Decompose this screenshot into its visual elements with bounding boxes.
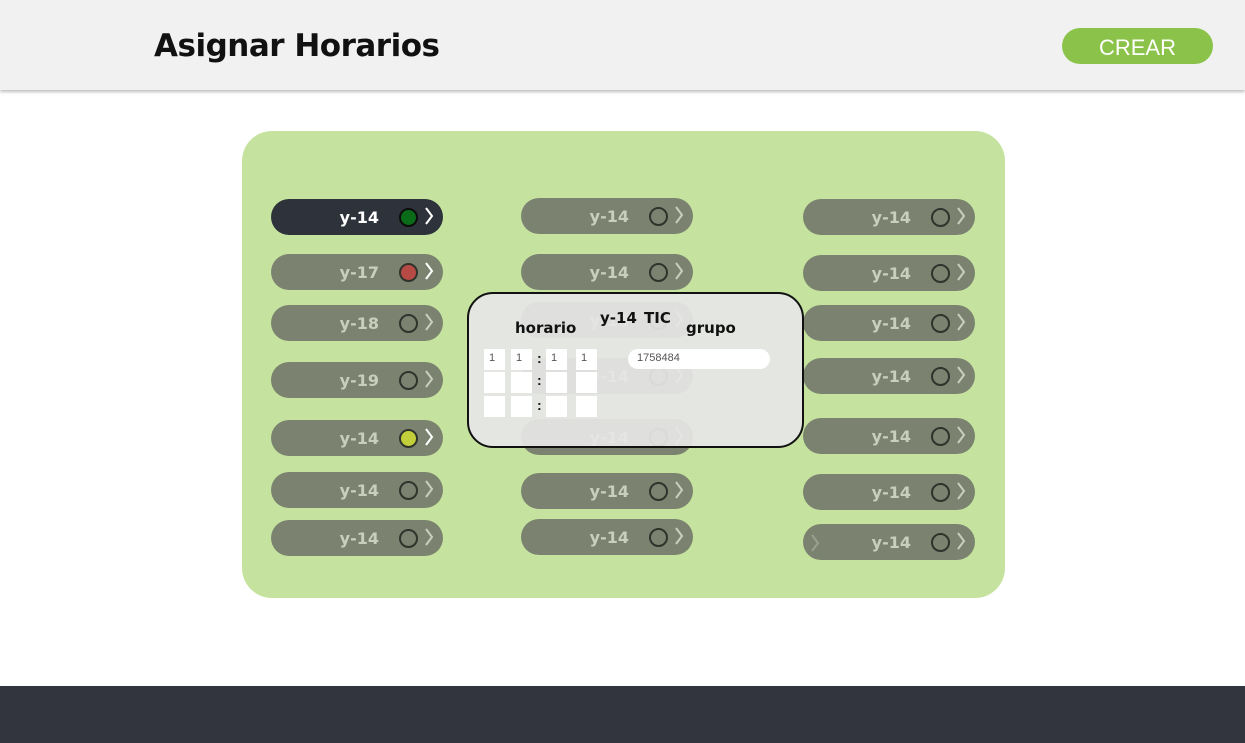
group-pill-label: y-17 bbox=[339, 263, 379, 282]
group-pill-label: y-14 bbox=[871, 314, 911, 333]
group-pill-label: y-14 bbox=[589, 263, 629, 282]
time-separator: : bbox=[537, 350, 542, 366]
minute-tens-input[interactable]: 1 bbox=[546, 349, 567, 370]
footer-bar bbox=[0, 686, 1245, 743]
hour-start-units-input[interactable] bbox=[511, 372, 532, 393]
header-bar: Asignar Horarios CREAR bbox=[0, 0, 1245, 90]
group-pill[interactable]: y-17 bbox=[271, 254, 443, 290]
group-pill-label: y-14 bbox=[339, 429, 379, 448]
popup-tic-label: TIC bbox=[644, 309, 671, 327]
status-dot-icon bbox=[931, 367, 950, 386]
group-pill-label: y-14 bbox=[339, 529, 379, 548]
group-pill-label: y-14 bbox=[871, 367, 911, 386]
status-dot-icon bbox=[399, 263, 418, 282]
group-pill[interactable]: y-14 bbox=[271, 199, 443, 235]
chevron-right-icon[interactable] bbox=[954, 530, 968, 552]
group-pill[interactable]: y-18 bbox=[271, 305, 443, 341]
group-pill-label: y-14 bbox=[871, 483, 911, 502]
group-pill-label: y-14 bbox=[339, 481, 379, 500]
minute-tens-input[interactable] bbox=[546, 396, 567, 417]
group-pill[interactable]: y-14 bbox=[521, 519, 693, 555]
schedule-popup: horario y-14 TIC grupo 1 1 : 1 1 : : 175… bbox=[467, 292, 804, 448]
minute-units-input[interactable] bbox=[576, 372, 597, 393]
chevron-right-icon[interactable] bbox=[954, 480, 968, 502]
status-dot-icon bbox=[931, 483, 950, 502]
status-dot-icon bbox=[931, 533, 950, 552]
group-pill[interactable]: y-19 bbox=[271, 362, 443, 398]
popup-group-code: y-14 bbox=[600, 309, 637, 327]
group-pill[interactable]: y-14 bbox=[803, 305, 975, 341]
minute-tens-input[interactable] bbox=[546, 372, 567, 393]
hour-start-tens-input[interactable]: 1 bbox=[484, 349, 505, 370]
chevron-right-icon[interactable] bbox=[422, 205, 436, 227]
group-pill[interactable]: y-14 bbox=[521, 198, 693, 234]
chevron-right-icon[interactable] bbox=[954, 261, 968, 283]
group-pill-label: y-14 bbox=[339, 208, 379, 227]
status-dot-icon bbox=[399, 371, 418, 390]
page-title: Asignar Horarios bbox=[154, 28, 440, 64]
chevron-right-icon[interactable] bbox=[954, 364, 968, 386]
chevron-right-icon[interactable] bbox=[672, 204, 686, 226]
status-dot-icon bbox=[399, 314, 418, 333]
group-pill[interactable]: y-14 bbox=[271, 420, 443, 456]
group-pill-label: y-14 bbox=[589, 528, 629, 547]
status-dot-icon bbox=[931, 208, 950, 227]
status-dot-icon bbox=[931, 427, 950, 446]
group-pill[interactable]: y-14 bbox=[803, 358, 975, 394]
time-separator: : bbox=[537, 372, 542, 388]
status-dot-icon bbox=[649, 263, 668, 282]
group-pill-label: y-14 bbox=[871, 427, 911, 446]
group-pill[interactable]: y-14 bbox=[803, 474, 975, 510]
group-pill-label: y-14 bbox=[871, 208, 911, 227]
chevron-right-icon[interactable] bbox=[672, 479, 686, 501]
hour-start-tens-input[interactable] bbox=[484, 372, 505, 393]
chevron-right-icon[interactable] bbox=[422, 311, 436, 333]
group-pill-label: y-14 bbox=[871, 533, 911, 552]
create-button[interactable]: CREAR bbox=[1062, 28, 1213, 64]
chevron-right-icon[interactable] bbox=[672, 525, 686, 547]
horario-label: horario bbox=[515, 319, 577, 337]
status-dot-icon bbox=[931, 314, 950, 333]
group-pill-label: y-14 bbox=[589, 207, 629, 226]
chevron-right-icon[interactable] bbox=[422, 478, 436, 500]
grupo-label: grupo bbox=[686, 319, 736, 337]
hour-start-units-input[interactable]: 1 bbox=[511, 349, 532, 370]
status-dot-icon bbox=[649, 528, 668, 547]
status-dot-icon bbox=[649, 207, 668, 226]
hour-start-units-input[interactable] bbox=[511, 396, 532, 417]
chevron-right-icon[interactable] bbox=[422, 526, 436, 548]
minute-units-input[interactable] bbox=[576, 396, 597, 417]
status-dot-icon bbox=[649, 482, 668, 501]
chevron-right-icon[interactable] bbox=[672, 260, 686, 282]
chevron-right-icon[interactable] bbox=[954, 311, 968, 333]
group-pill-label: y-14 bbox=[589, 482, 629, 501]
group-pill[interactable]: y-14 bbox=[803, 524, 975, 560]
group-pill[interactable]: y-14 bbox=[803, 418, 975, 454]
time-separator: : bbox=[537, 397, 542, 413]
chevron-right-icon[interactable] bbox=[422, 426, 436, 448]
group-pill[interactable]: y-14 bbox=[271, 520, 443, 556]
status-dot-icon bbox=[399, 429, 418, 448]
group-pill[interactable]: y-14 bbox=[521, 473, 693, 509]
group-pill-label: y-18 bbox=[339, 314, 379, 333]
minute-units-input[interactable]: 1 bbox=[576, 349, 597, 370]
status-dot-icon bbox=[399, 481, 418, 500]
group-pill[interactable]: y-14 bbox=[271, 472, 443, 508]
hour-start-tens-input[interactable] bbox=[484, 396, 505, 417]
group-pill[interactable]: y-14 bbox=[803, 255, 975, 291]
grupo-input[interactable]: 1758484 bbox=[628, 349, 770, 369]
chevron-right-icon[interactable] bbox=[422, 368, 436, 390]
chevron-right-icon[interactable] bbox=[954, 424, 968, 446]
group-pill[interactable]: y-14 bbox=[803, 199, 975, 235]
chevron-right-icon[interactable] bbox=[954, 205, 968, 227]
status-dot-icon bbox=[399, 529, 418, 548]
group-pill[interactable]: y-14 bbox=[521, 254, 693, 290]
chevron-right-icon[interactable] bbox=[422, 260, 436, 282]
group-pill-label: y-14 bbox=[871, 264, 911, 283]
status-dot-icon bbox=[931, 264, 950, 283]
status-dot-icon bbox=[399, 208, 418, 227]
group-pill-label: y-19 bbox=[339, 371, 379, 390]
